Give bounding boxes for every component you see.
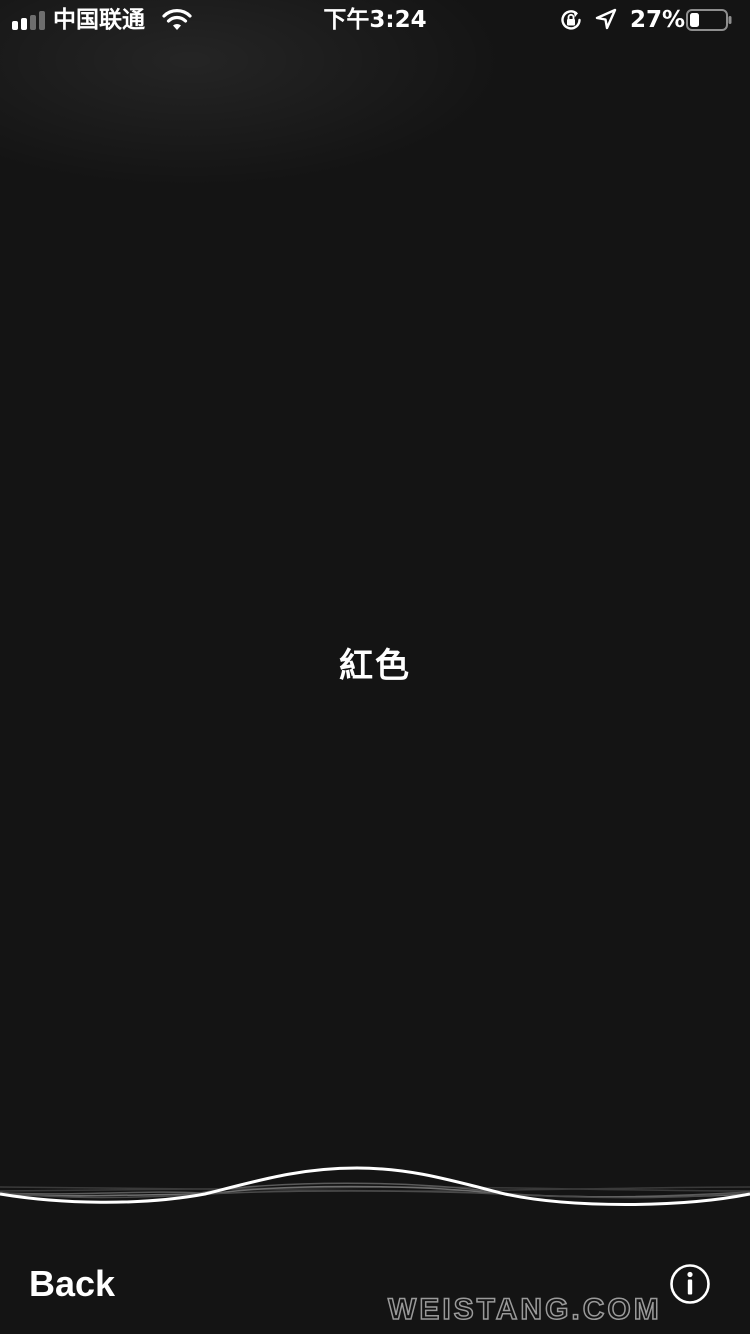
- battery-percentage: 27%: [630, 7, 686, 33]
- battery-icon: [686, 9, 732, 31]
- back-button[interactable]: Back: [29, 1262, 115, 1306]
- battery-fill: [690, 13, 699, 27]
- status-bar: 中国联通 下午3:24 27%: [0, 0, 750, 40]
- recognized-speech-text: 紅色: [339, 646, 411, 686]
- location-arrow-icon: [595, 8, 617, 30]
- info-icon[interactable]: [669, 1263, 711, 1305]
- orientation-lock-icon: [561, 10, 581, 30]
- watermark: WEISTANG.COM: [387, 1292, 662, 1327]
- siri-waveform: [0, 1166, 750, 1206]
